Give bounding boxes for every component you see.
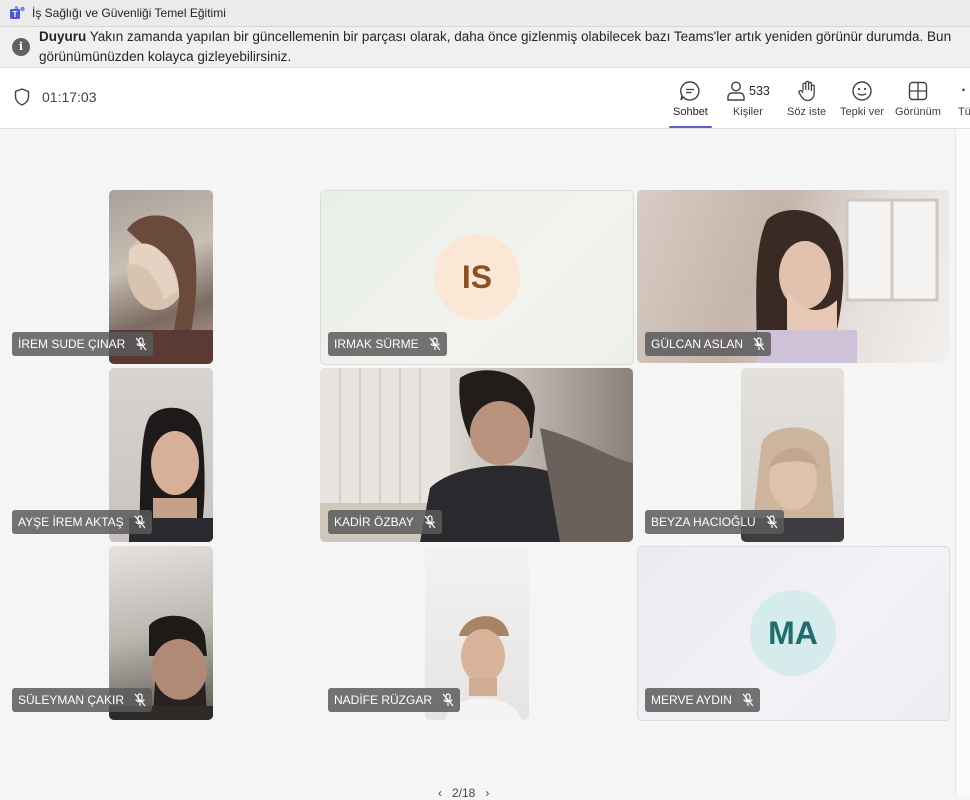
participant-initials: MA bbox=[750, 590, 836, 676]
window-title: İş Sağlığı ve Güvenliği Temel Eğitimi bbox=[32, 6, 226, 20]
participant-name: MERVE AYDIN bbox=[651, 693, 732, 707]
mic-off-icon bbox=[135, 337, 147, 351]
title-bar: T İş Sağlığı ve Güvenliği Temel Eğitimi bbox=[0, 0, 970, 27]
meeting-toolbar: 01:17:03 Sohbet 533 Kişiler Söz iste Tep… bbox=[0, 68, 970, 129]
participant-name-badge: MERVE AYDIN bbox=[645, 688, 760, 712]
shield-icon bbox=[14, 88, 30, 106]
chevron-right-icon[interactable]: › bbox=[485, 786, 489, 800]
participant-initials: IS bbox=[434, 234, 520, 320]
raise-hand-icon bbox=[797, 80, 815, 102]
participant-name: BEYZA HACIOĞLU bbox=[651, 515, 756, 529]
announcement-line1: Yakın zamanda yapılan bir güncellemenin … bbox=[89, 29, 952, 44]
participant-name-badge: BEYZA HACIOĞLU bbox=[645, 510, 784, 534]
participant-name-badge: NADİFE RÜZGAR bbox=[328, 688, 461, 712]
participant-name: KADİR ÖZBAY bbox=[334, 515, 414, 529]
mic-off-icon bbox=[442, 693, 454, 707]
chat-icon bbox=[680, 81, 701, 101]
mic-off-icon bbox=[766, 515, 778, 529]
raise-hand-label: Söz iste bbox=[787, 106, 827, 118]
mic-off-icon bbox=[753, 337, 765, 351]
participant-name-badge: İREM SUDE ÇINAR bbox=[12, 332, 154, 356]
mic-off-icon bbox=[429, 337, 441, 351]
timer-text: 01:17:03 bbox=[42, 89, 97, 105]
view-label: Görünüm bbox=[895, 106, 941, 118]
mic-off-icon bbox=[134, 693, 146, 707]
announcement-label: Duyuru bbox=[39, 29, 87, 44]
more-icon: · bbox=[961, 82, 968, 99]
gallery-pager: ‹ 2/18 › bbox=[438, 786, 489, 800]
participant-name-badge: SÜLEYMAN ÇAKIR bbox=[12, 688, 153, 712]
smiley-icon bbox=[852, 81, 872, 101]
participant-name-badge: AYŞE İREM AKTAŞ bbox=[12, 510, 152, 534]
participant-name-badge: IRMAK SÜRME bbox=[328, 332, 447, 356]
meeting-timer: 01:17:03 bbox=[14, 88, 97, 106]
participant-name: AYŞE İREM AKTAŞ bbox=[18, 515, 124, 529]
chat-button[interactable]: Sohbet bbox=[669, 78, 712, 128]
participant-name: IRMAK SÜRME bbox=[334, 337, 419, 351]
side-panel-edge bbox=[955, 129, 970, 796]
participant-name-badge: GÜLCAN ASLAN bbox=[645, 332, 772, 356]
people-button[interactable]: 533 Kişiler bbox=[726, 78, 770, 124]
mic-off-icon bbox=[742, 693, 754, 707]
grid-view-icon bbox=[908, 81, 928, 101]
react-button[interactable]: Tepki ver bbox=[840, 78, 884, 124]
active-tab-indicator bbox=[669, 126, 712, 128]
mic-off-icon bbox=[424, 515, 436, 529]
participant-name: NADİFE RÜZGAR bbox=[334, 693, 433, 707]
chevron-left-icon[interactable]: ‹ bbox=[438, 786, 442, 800]
announcement-line2: görünümünüzden kolayca gizleyebilirsiniz… bbox=[39, 49, 292, 64]
people-count: 533 bbox=[749, 84, 770, 98]
participant-name: GÜLCAN ASLAN bbox=[651, 337, 744, 351]
page-indicator: 2/18 bbox=[452, 786, 476, 800]
chat-label: Sohbet bbox=[673, 106, 708, 118]
more-label: Tü bbox=[958, 106, 970, 118]
announcement-text: Duyuru Yakın zamanda yapılan bir güncell… bbox=[39, 27, 970, 67]
people-icon bbox=[727, 81, 745, 101]
raise-hand-button[interactable]: Söz iste bbox=[787, 78, 826, 124]
announcement-banner: i Duyuru Yakın zamanda yapılan bir günce… bbox=[0, 27, 970, 68]
info-icon: i bbox=[12, 38, 30, 56]
teams-logo-icon: T bbox=[10, 6, 26, 20]
view-button[interactable]: Görünüm bbox=[895, 78, 941, 124]
react-label: Tepki ver bbox=[840, 106, 885, 118]
svg-text:T: T bbox=[13, 10, 18, 19]
more-button[interactable]: · Tü bbox=[958, 78, 970, 124]
participant-name: SÜLEYMAN ÇAKIR bbox=[18, 693, 125, 707]
participant-name: İREM SUDE ÇINAR bbox=[18, 337, 126, 351]
participant-name-badge: KADİR ÖZBAY bbox=[328, 510, 442, 534]
mic-off-icon bbox=[134, 515, 146, 529]
people-label: Kişiler bbox=[732, 106, 763, 118]
